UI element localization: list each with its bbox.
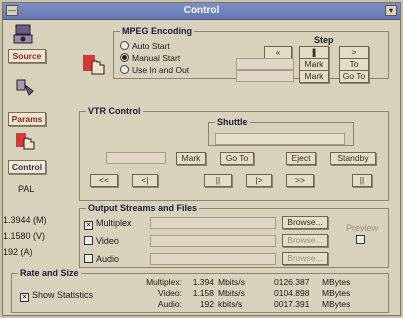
video-stat-size-unit: MBytes [322,288,351,298]
stop-button[interactable]: || [352,174,372,187]
audio-stat-size: 0017.391 [274,299,310,309]
preview-checkbox[interactable] [356,235,368,245]
rate-size-group: Rate and Size ✕ Show Statistics Multiplex… [11,268,389,313]
video-stat-rate: 1.158 [192,288,214,298]
hand-icon [16,133,35,150]
control-window: — Control ▾ Source Params Control PAL 1.… [2,2,401,316]
vtr-timecode-field[interactable] [106,152,166,164]
control-button[interactable]: Control [8,160,46,174]
multiplex-file-field[interactable] [150,217,276,229]
vtr-mark-button[interactable]: Mark [176,152,206,165]
out-timecode-field[interactable] [236,70,294,82]
mark-out-button[interactable]: Mark [299,70,329,83]
video-file-field[interactable] [150,235,276,247]
shuttle-slider[interactable] [215,133,345,145]
source-button[interactable]: Source [8,49,46,63]
record-hand-icon [83,55,105,75]
mpeg-encoding-title: MPEG Encoding [120,26,195,36]
manual-start-radio[interactable]: Manual Start [120,53,180,63]
browse-video-button[interactable]: Browse... [282,234,328,247]
vtr-pause-button[interactable]: || [204,174,232,187]
audio-stat-size-unit: MBytes [322,299,351,309]
video-stat-rate-unit: Mbits/s [218,288,245,298]
mpeg-encoding-group: MPEG Encoding Auto Start Manual Start Us… [113,26,389,83]
eject-button[interactable]: Eject [286,152,316,165]
video-stat-label: Video: [158,288,182,298]
goto-out-button[interactable]: Go To [339,70,369,83]
audio-stat-rate: 192 [199,299,214,309]
audio-stat-label: Audio: [157,299,182,309]
browse-audio-button[interactable]: Browse... [282,252,328,265]
preview-label: Preview [346,223,379,233]
in-timecode-field[interactable] [236,58,294,70]
multiplex-stat-label: Multiplex: [146,277,182,287]
audio-checkbox[interactable]: Audio [84,254,119,264]
fast-forward-button[interactable]: >> [286,174,314,187]
vtr-goto-button[interactable]: Go To [220,152,254,165]
params-button[interactable]: Params [8,112,46,126]
standby-button[interactable]: Standby [330,152,376,165]
audio-rate-readout: 192 (A) [3,247,33,257]
video-stat-size: 0104.898 [274,288,310,298]
multiplex-stat-rate-unit: Mbits/s [218,277,245,287]
multiplex-rate-readout: 1.3944 (M) [3,215,47,225]
multiplex-stat-rate: 1.394 [192,277,214,287]
audio-stat-rate-unit: kbits/s [218,299,243,309]
title-bar: — Control ▾ [3,3,400,20]
minimize-button[interactable]: ▾ [385,5,397,16]
video-format-label: PAL [18,184,35,194]
video-rate-readout: 1.1580 (V) [3,231,46,241]
camera-icon [13,24,33,44]
vtr-control-group: VTR Control Shuttle Mark Go To Eject Sta… [79,106,389,201]
output-streams-title: Output Streams and Files [86,203,200,213]
show-statistics-checkbox[interactable]: ✕ Show Statistics [20,290,93,302]
rate-size-title: Rate and Size [18,268,81,278]
multiplex-stat-size-unit: MBytes [322,277,351,287]
vtr-control-title: VTR Control [86,106,143,116]
shuttle-label: Shuttle [215,117,250,127]
browse-multiplex-button[interactable]: Browse... [282,216,328,229]
shuttle-group: Shuttle [208,117,354,146]
window-title: Control [183,5,220,16]
step-label: Step [314,35,334,45]
multiplex-checkbox[interactable]: ✕ Multiplex [84,218,132,230]
audio-file-field[interactable] [150,253,276,265]
params-icon [16,79,34,96]
output-streams-group: Output Streams and Files ✕ Multiplex Vide… [79,203,389,268]
use-in-out-radio[interactable]: Use In and Out [120,65,189,75]
video-checkbox[interactable]: Video [84,236,119,246]
step-back-vtr-button[interactable]: <| [132,174,158,187]
rewind-button[interactable]: << [90,174,118,187]
play-button[interactable]: |> [246,174,272,187]
multiplex-stat-size: 0126.387 [274,277,310,287]
auto-start-radio[interactable]: Auto Start [120,41,170,51]
